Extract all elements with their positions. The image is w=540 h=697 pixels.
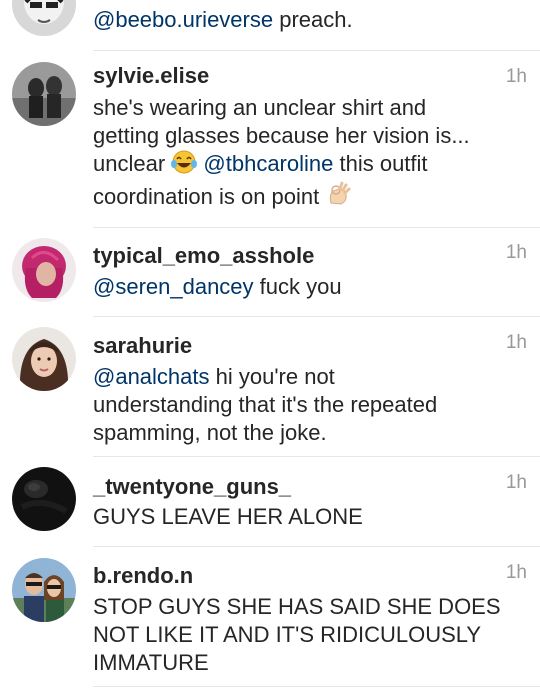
comment-text: @seren_dancey fuck you — [93, 274, 342, 299]
comment-username[interactable]: typical_emo_asshole — [93, 243, 314, 269]
comment-username[interactable]: sylvie.elise — [93, 63, 209, 89]
avatar[interactable] — [12, 327, 76, 391]
divider — [93, 316, 540, 317]
comment-username[interactable]: b.rendo.n — [93, 563, 193, 589]
face-with-tears-of-joy-icon — [171, 150, 198, 181]
avatar[interactable] — [12, 558, 76, 622]
mention-link[interactable]: @analchats — [93, 364, 210, 389]
comment-timestamp: 1h — [505, 242, 527, 263]
comment-timestamp: 1h — [505, 332, 527, 353]
divider — [93, 686, 540, 687]
avatar[interactable] — [12, 0, 76, 36]
avatar[interactable] — [12, 62, 76, 126]
comment-timestamp: 1h — [505, 562, 527, 583]
comment-text: STOP GUYS SHE HAS SAID SHE DOES NOT LIKE… — [93, 594, 501, 675]
divider — [93, 227, 540, 228]
comment-timestamp: 1h — [505, 66, 527, 87]
comment-timestamp: 1h — [505, 472, 527, 493]
mention-link[interactable]: @seren_dancey — [93, 274, 254, 299]
avatar[interactable] — [12, 238, 76, 302]
comment-text: GUYS LEAVE HER ALONE — [93, 504, 363, 529]
comment-username[interactable]: sarahurie — [93, 333, 192, 359]
divider — [93, 546, 540, 547]
avatar[interactable] — [12, 467, 76, 531]
ok-hand-icon — [325, 181, 351, 214]
divider — [93, 456, 540, 457]
mention-link[interactable]: @beebo.urieverse — [93, 7, 273, 32]
mention-link[interactable]: @tbhcaroline — [203, 151, 333, 176]
comment-username[interactable]: _twentyone_guns_ — [93, 474, 291, 500]
comment-text: @beebo.urieverse preach. — [93, 7, 353, 32]
divider — [93, 50, 540, 51]
comment-text: @analchats hi you're not understanding t… — [93, 364, 438, 445]
comment-text: she's wearing an unclear shirt and getti… — [93, 94, 533, 214]
